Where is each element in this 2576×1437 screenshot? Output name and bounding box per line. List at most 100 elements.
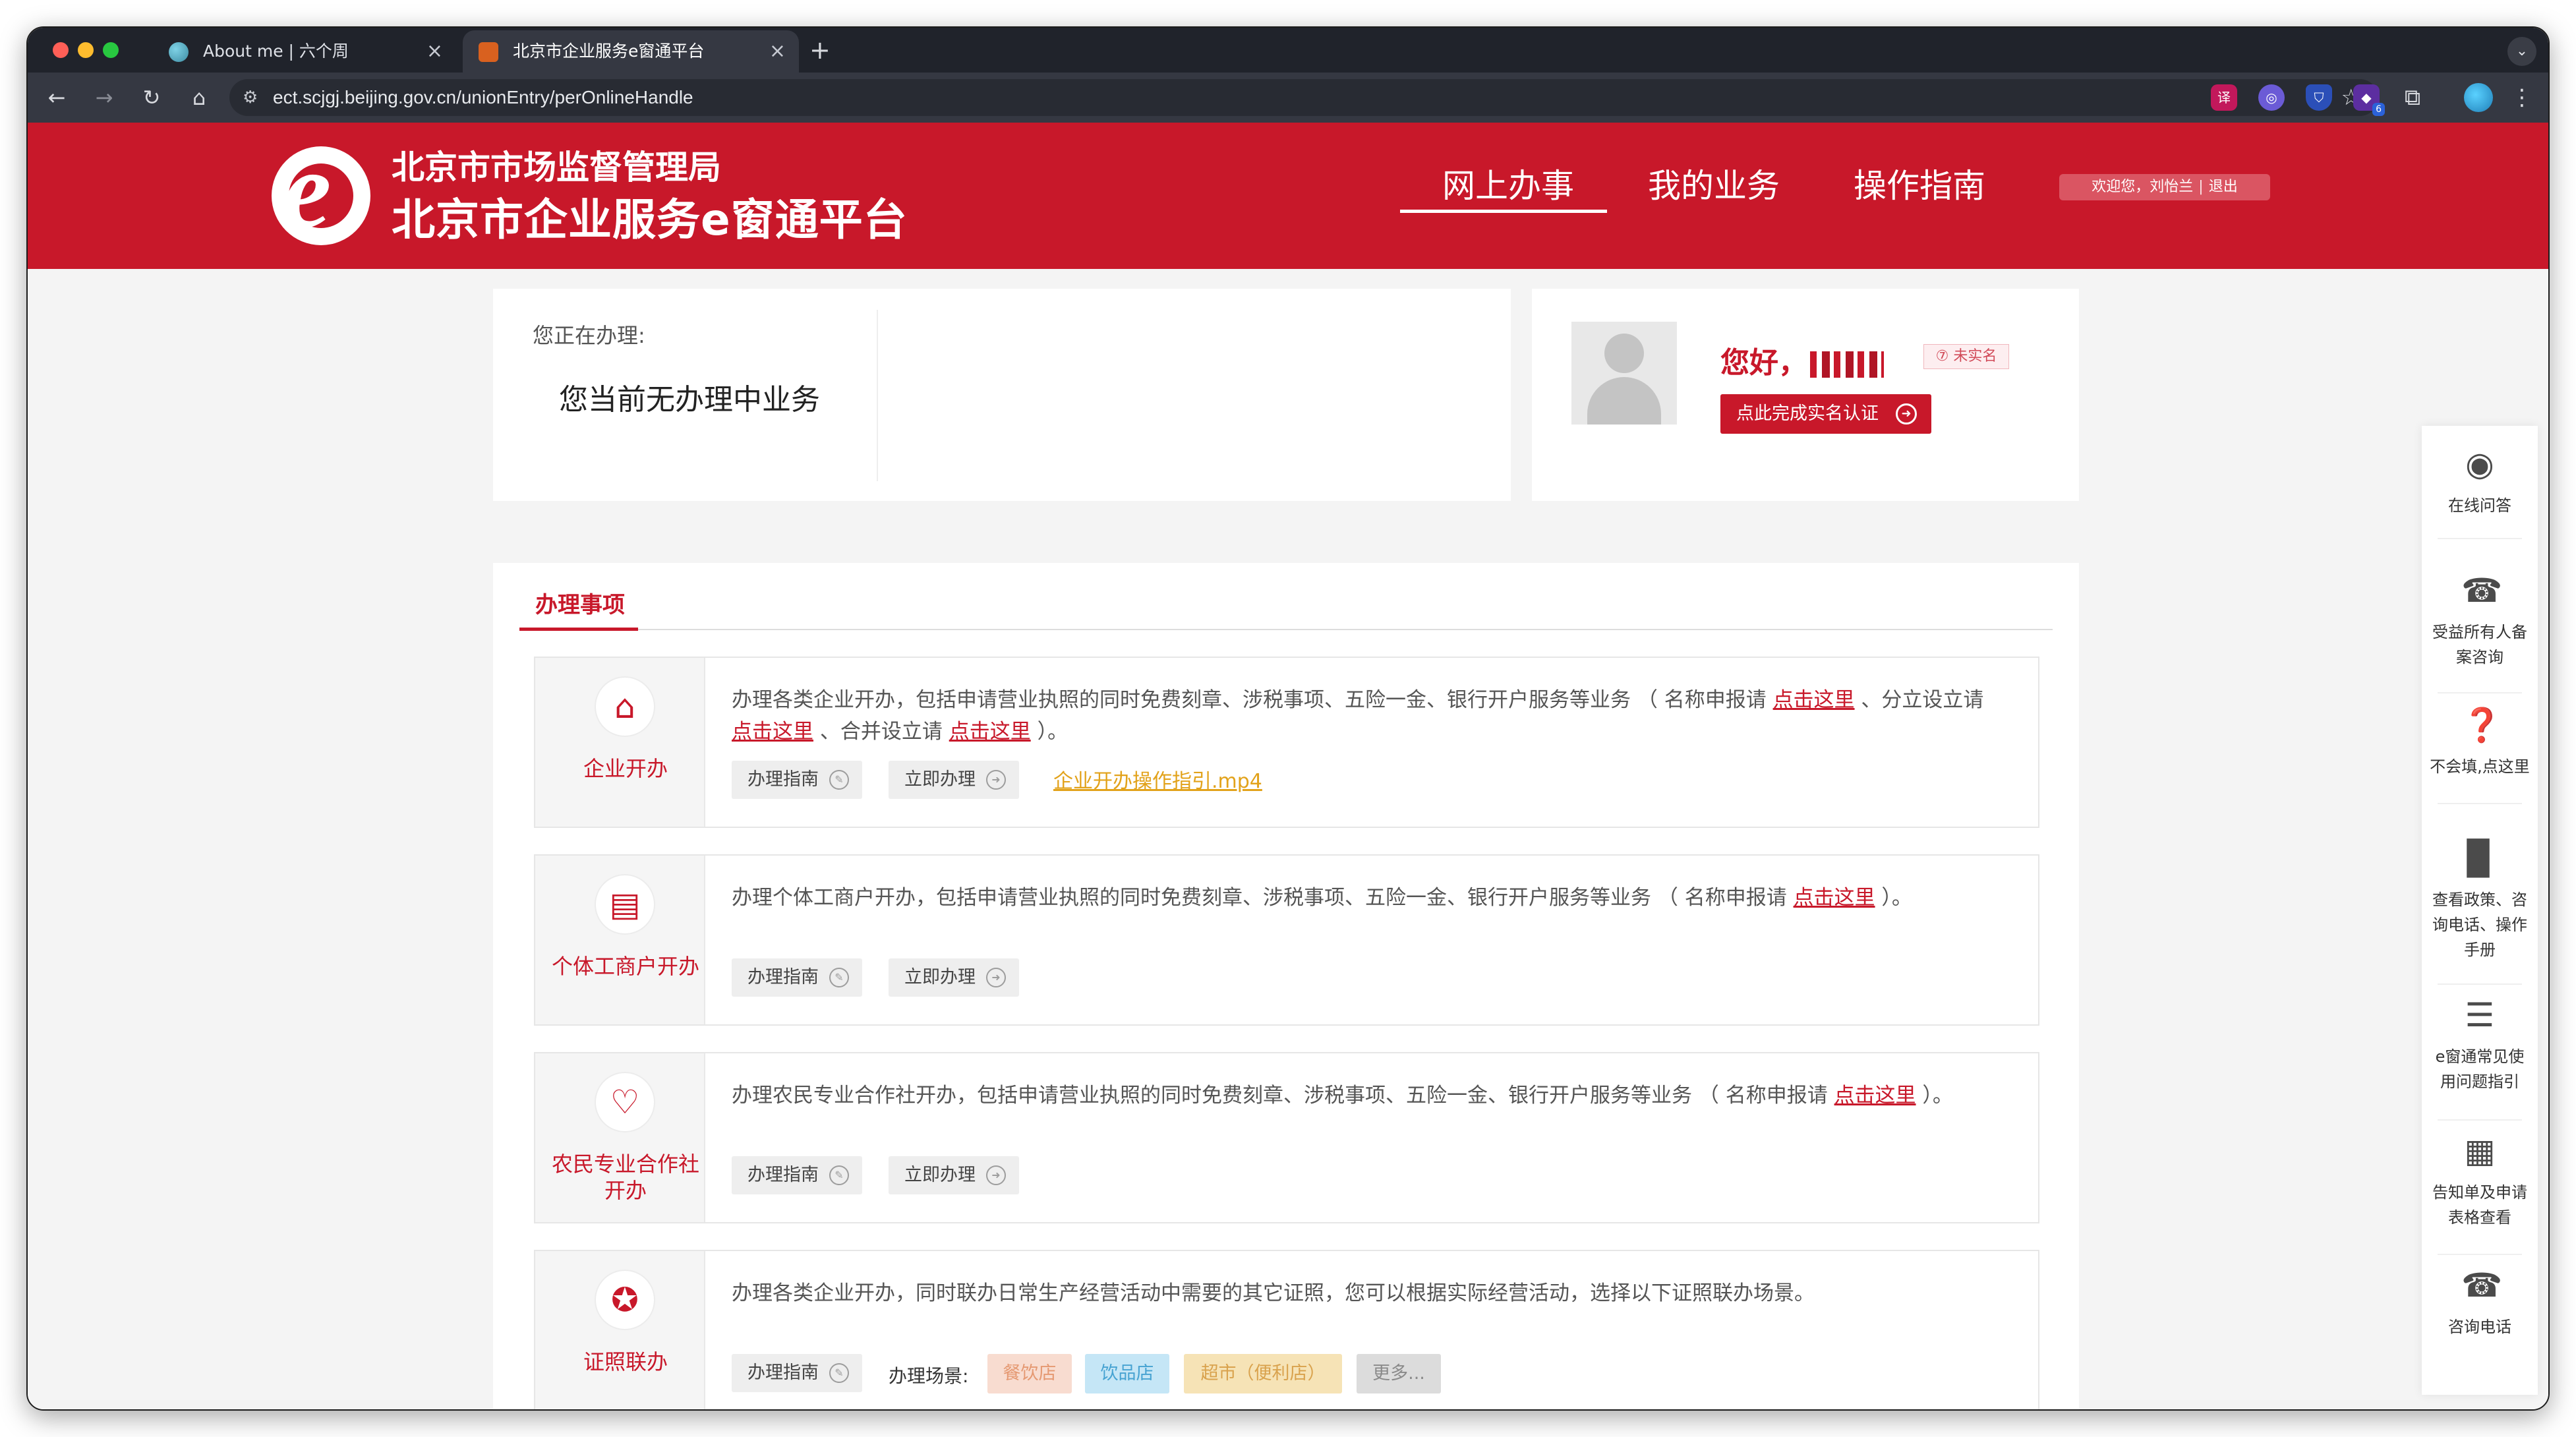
- page-viewport: e 北京市市场监督管理局 北京市企业服务e窗通平台 网上办事 我的业务 操作指南…: [28, 123, 2548, 1409]
- apply-now-button[interactable]: 立即办理 ➜: [889, 761, 1019, 799]
- name-declare-link[interactable]: 点击这里: [1794, 886, 1875, 910]
- guide-button[interactable]: 办理指南 ✎: [732, 958, 862, 997]
- service-name[interactable]: 农民专业合作社开办: [548, 1151, 703, 1204]
- dock-faq-guide[interactable]: ☰ e窗通常见使用问题指引: [2422, 997, 2538, 1094]
- tab-about-me[interactable]: About me | 六个周 ×: [153, 30, 456, 73]
- scene-more[interactable]: 更多...: [1357, 1354, 1441, 1393]
- tab-label: About me | 六个周: [203, 42, 349, 61]
- tab-ect-platform[interactable]: 北京市企业服务e窗通平台 ×: [463, 30, 799, 73]
- more-menu-icon[interactable]: ⋮: [2509, 82, 2535, 113]
- dock-label: 告知单及申请表格查看: [2432, 1183, 2527, 1227]
- name-declare-link[interactable]: 点击这里: [1773, 688, 1855, 712]
- nav-online-service[interactable]: 网上办事: [1442, 160, 1574, 207]
- chat-robot-icon: ◉: [2465, 445, 2494, 483]
- close-window-button[interactable]: [53, 42, 69, 58]
- site-settings-icon[interactable]: ⚙: [243, 79, 258, 116]
- guide-icon: ✎: [829, 1363, 849, 1383]
- arrow-right-circle-icon: ➜: [986, 1165, 1006, 1185]
- nav-my-business[interactable]: 我的业务: [1648, 160, 1780, 207]
- site-favicon-icon: [479, 42, 498, 62]
- service-cooperative-opening: ♡ 农民专业合作社开办 办理农民专业合作社开办，包括申请营业执照的同时免费刻章、…: [534, 1052, 2039, 1223]
- service-joint-license: ✪ 证照联办 办理各类企业开办，同时联办日常生产经营活动中需要的其它证照，您可以…: [534, 1250, 2039, 1409]
- real-name-verify-button[interactable]: 点此完成实名认证 ➜: [1720, 394, 1931, 434]
- dock-hotline[interactable]: ☎ 咨询电话: [2422, 1267, 2538, 1339]
- user-avatar-icon: [1571, 322, 1677, 425]
- description-text: 、分立设立请: [1854, 688, 1984, 712]
- puzzle-extensions-icon[interactable]: ⧉: [2399, 84, 2426, 111]
- guide-button[interactable]: 办理指南 ✎: [732, 1354, 862, 1392]
- close-tab-icon[interactable]: ×: [426, 30, 443, 73]
- guide-button[interactable]: 办理指南 ✎: [732, 761, 862, 799]
- url-text[interactable]: ect.scjgj.beijing.gov.cn/unionEntry/perO…: [273, 79, 693, 116]
- apply-now-button[interactable]: 立即办理 ➜: [889, 958, 1019, 997]
- scene-supermarket[interactable]: 超市（便利店）: [1184, 1354, 1342, 1393]
- description-text: 、合并设立请: [813, 720, 949, 744]
- profile-greeting: 您好，: [1720, 339, 1884, 381]
- dock-policy-manual[interactable]: ▉ 查看政策、咨询电话、操作手册: [2422, 840, 2538, 962]
- extension-with-badge-icon[interactable]: ◆ 6: [2353, 84, 2385, 116]
- reload-icon[interactable]: ↻: [136, 82, 167, 113]
- service-name[interactable]: 个体工商户开办: [548, 953, 703, 980]
- guide-label: 办理指南: [747, 967, 819, 987]
- service-description: 办理各类企业开办，同时联办日常生产经营活动中需要的其它证照，您可以根据实际经营活…: [732, 1277, 2010, 1309]
- current-business-value: 您当前无办理中业务: [559, 383, 820, 417]
- dock-label: 在线问答: [2448, 496, 2511, 515]
- verify-button-label: 点此完成实名认证: [1736, 403, 1879, 424]
- phone-icon: ☎: [2461, 1266, 2503, 1305]
- tab-search-button[interactable]: ⌄: [2507, 37, 2536, 66]
- video-guide-link[interactable]: 企业开办操作指引.mp4: [1053, 765, 1262, 794]
- service-name[interactable]: 企业开办: [548, 755, 703, 782]
- nav-guide[interactable]: 操作指南: [1854, 160, 1985, 207]
- site-header: e 北京市市场监督管理局 北京市企业服务e窗通平台 网上办事 我的业务 操作指南…: [28, 123, 2548, 269]
- service-name[interactable]: 证照联办: [548, 1349, 703, 1375]
- circle-extension-icon[interactable]: ◎: [2258, 84, 2285, 111]
- dock-online-qa[interactable]: ◉ 在线问答: [2422, 446, 2538, 518]
- service-description: 办理农民专业合作社开办，包括申请营业执照的同时免费刻章、涉税事项、五险一金、银行…: [732, 1080, 2010, 1111]
- shield-extension-icon[interactable]: ⛉: [2306, 84, 2332, 111]
- service-side-panel: ⌂ 企业开办: [535, 658, 705, 827]
- arrow-right-circle-icon: ➜: [1896, 403, 1917, 425]
- address-bar[interactable]: ⚙ ect.scjgj.beijing.gov.cn/unionEntry/pe…: [229, 79, 2378, 116]
- dock-beneficial-owner[interactable]: ☎ 受益所有人备案咨询: [2422, 572, 2538, 670]
- back-arrow-icon[interactable]: ←: [41, 82, 73, 113]
- logo-letter: e: [282, 129, 332, 251]
- certificate-icon: ✪: [595, 1270, 655, 1330]
- merge-setup-link[interactable]: 点击这里: [949, 720, 1031, 744]
- guide-icon: ✎: [829, 770, 849, 790]
- split-setup-link[interactable]: 点击这里: [732, 720, 813, 744]
- e-logo-icon[interactable]: e: [272, 134, 370, 245]
- book-icon: ▉: [2467, 839, 2493, 877]
- greeting-text: 您好，: [1720, 346, 1807, 380]
- house-up-icon: ⌂: [595, 676, 655, 737]
- new-tab-button[interactable]: +: [809, 28, 831, 73]
- apply-label: 立即办理: [904, 967, 976, 987]
- dock-forms-view[interactable]: ▦ 告知单及申请表格查看: [2422, 1132, 2538, 1230]
- zoom-window-button[interactable]: [103, 42, 119, 58]
- forward-arrow-icon[interactable]: →: [88, 82, 120, 113]
- minimize-window-button[interactable]: [78, 42, 94, 58]
- scene-restaurant[interactable]: 餐饮店: [987, 1354, 1072, 1393]
- service-side-panel: ♡ 农民专业合作社开办: [535, 1053, 705, 1222]
- browser-toolbar: ← → ↻ ⌂ ⚙ ect.scjgj.beijing.gov.cn/union…: [28, 73, 2548, 123]
- guide-button[interactable]: 办理指南 ✎: [732, 1156, 862, 1194]
- dock-label: 咨询电话: [2448, 1318, 2511, 1336]
- active-nav-indicator: [1400, 210, 1607, 213]
- apply-now-button[interactable]: 立即办理 ➜: [889, 1156, 1019, 1194]
- scene-drink-shop[interactable]: 饮品店: [1085, 1354, 1169, 1393]
- divider: [2438, 803, 2522, 804]
- description-text: 办理农民专业合作社开办，包括申请营业执照的同时免费刻章、涉税事项、五险一金、银行…: [732, 1084, 1834, 1107]
- active-tab-indicator: [519, 628, 638, 631]
- profile-avatar-icon[interactable]: [2464, 83, 2493, 112]
- site-subtitle: 北京市市场监督管理局: [392, 148, 721, 187]
- description-text: 办理各类企业开办，同时联办日常生产经营活动中需要的其它证照，您可以根据实际经营活…: [732, 1281, 1815, 1305]
- service-individual-business: ▤ 个体工商户开办 办理个体工商户开办，包括申请营业执照的同时免费刻章、涉税事项…: [534, 854, 2039, 1026]
- dock-fill-help[interactable]: ❓ 不会填,点这里: [2422, 707, 2538, 779]
- dock-label: 查看政策、咨询电话、操作手册: [2432, 891, 2527, 959]
- logout-link[interactable]: 退出: [2209, 179, 2238, 195]
- translate-extension-icon[interactable]: 译: [2211, 84, 2237, 111]
- qr-grid-icon: ▦: [2464, 1132, 2496, 1170]
- tab-matters[interactable]: 办理事项: [535, 587, 625, 619]
- name-declare-link[interactable]: 点击这里: [1834, 1084, 1916, 1107]
- home-icon[interactable]: ⌂: [183, 82, 215, 113]
- close-tab-icon[interactable]: ×: [769, 30, 786, 73]
